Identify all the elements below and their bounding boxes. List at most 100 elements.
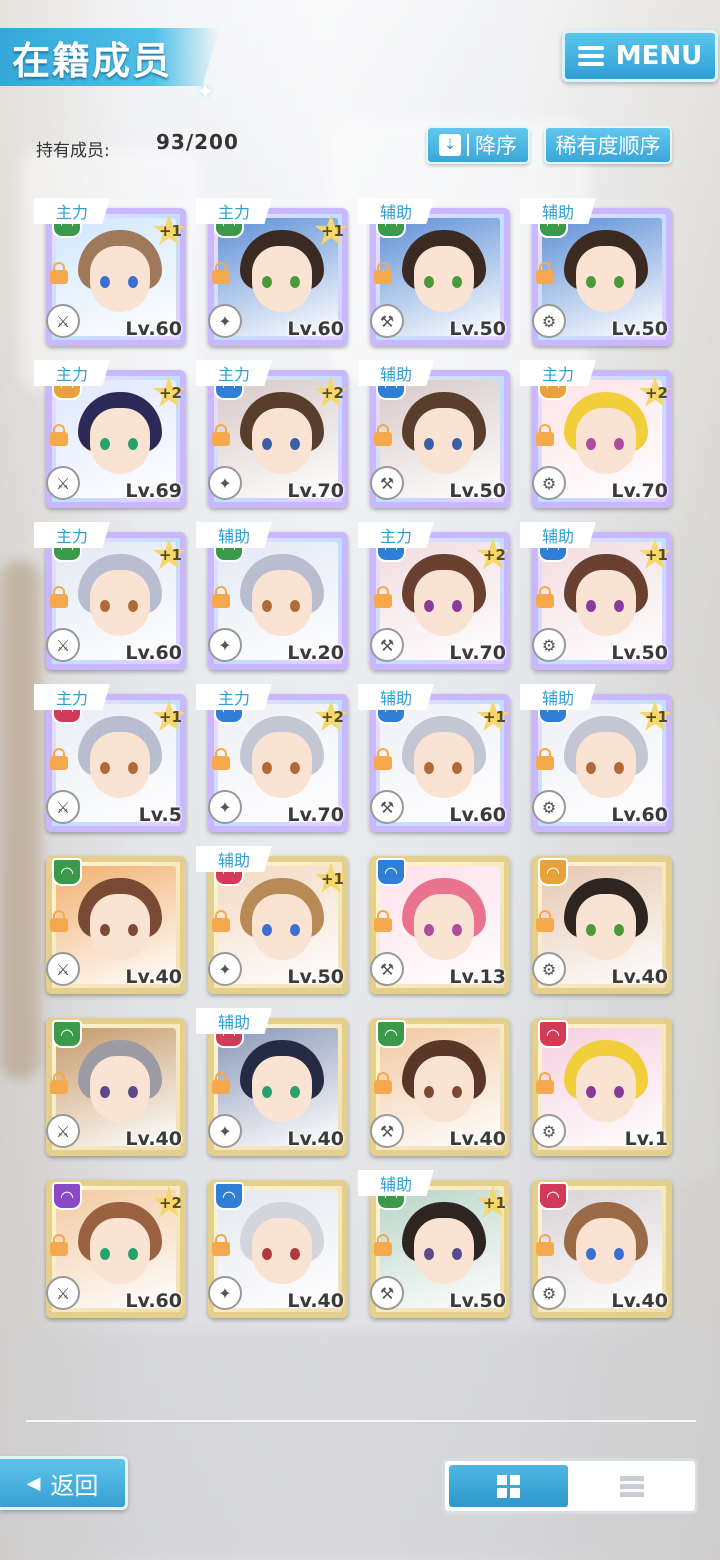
character-face (576, 1056, 636, 1122)
member-card[interactable]: ◠ 辅助 ⚙ Lv.50 (520, 198, 674, 346)
member-card[interactable]: ◠ 主力 +2 ⚙ Lv.70 (520, 360, 674, 508)
lock-icon (536, 748, 554, 770)
member-card[interactable]: ◠ 辅助 +1 ✦ Lv.50 (196, 846, 350, 994)
lock-icon (212, 1072, 230, 1094)
attribute-icon: ◠ (538, 1020, 568, 1048)
member-card[interactable]: ◠ ⚔ Lv.40 (40, 848, 188, 994)
weapon-type-icon: ⚒ (370, 790, 404, 824)
character-eye (586, 600, 596, 612)
lock-icon (212, 1234, 230, 1256)
member-card[interactable]: ◠ 主力 +2 ⚒ Lv.70 (358, 522, 512, 670)
character-eye (614, 600, 624, 612)
character-eye (128, 1248, 138, 1260)
member-card[interactable]: ◠ 辅助 +1 ⚒ Lv.60 (358, 684, 512, 832)
lock-icon (50, 748, 68, 770)
attribute-icon: ◠ (214, 1182, 244, 1210)
member-card[interactable]: ◠ 主力 +2 ✦ Lv.70 (196, 684, 350, 832)
character-face (252, 1218, 312, 1284)
attribute-icon: ◠ (376, 1020, 406, 1048)
member-card[interactable]: ◠ ⚙ Lv.40 (526, 1172, 674, 1318)
member-card[interactable]: ◠ +2 ⚔ Lv.60 (40, 1172, 188, 1318)
member-card[interactable]: ◠ 辅助 +1 ⚙ Lv.60 (520, 684, 674, 832)
level-label: Lv.40 (125, 1128, 182, 1150)
limit-break-count: +1 (320, 222, 344, 240)
character-eye (586, 276, 596, 288)
weapon-type-icon: ⚙ (532, 304, 566, 338)
character-face (252, 570, 312, 636)
character-eye (262, 762, 272, 774)
member-card[interactable]: ◠ ⚔ Lv.40 (40, 1010, 188, 1156)
limit-break-count: +1 (482, 708, 506, 726)
level-label: Lv.60 (449, 804, 506, 826)
member-card[interactable]: ◠ 辅助 +1 ⚙ Lv.50 (520, 522, 674, 670)
character-face (414, 1056, 474, 1122)
character-face (90, 570, 150, 636)
member-card[interactable]: ◠ 辅助 ✦ Lv.40 (196, 1008, 350, 1156)
lock-icon (50, 910, 68, 932)
back-button[interactable]: ◀ 返回 (0, 1456, 128, 1510)
sort-order-button[interactable]: ⇣ 降序 (426, 126, 530, 164)
level-label: Lv.70 (287, 480, 344, 502)
role-badge: 辅助 (520, 198, 596, 224)
weapon-type-icon: ⚙ (532, 1114, 566, 1148)
character-eye (100, 438, 110, 450)
attribute-icon: ◠ (52, 858, 82, 886)
character-eye (262, 438, 272, 450)
character-face (414, 732, 474, 798)
weapon-type-icon: ⚔ (46, 952, 80, 986)
menu-button[interactable]: MENU (562, 30, 718, 82)
sort-order-label: 降序 (475, 134, 517, 158)
level-label: Lv.60 (125, 1290, 182, 1312)
back-label: 返回 (50, 1471, 99, 1500)
character-face (252, 408, 312, 474)
lock-icon (374, 586, 392, 608)
lock-icon (536, 586, 554, 608)
member-card[interactable]: ◠ 辅助 ⚒ Lv.50 (358, 198, 512, 346)
owned-members-count: 93/200 (156, 130, 239, 154)
member-card[interactable]: ◠ 主力 +1 ⚔ Lv.5 (34, 684, 188, 832)
lock-icon (536, 424, 554, 446)
character-eye (452, 438, 462, 450)
member-card[interactable]: ◠ ⚙ Lv.40 (526, 848, 674, 994)
character-eye (452, 1248, 462, 1260)
character-eye (290, 600, 300, 612)
weapon-type-icon: ⚙ (532, 790, 566, 824)
character-eye (262, 1248, 272, 1260)
list-view-button[interactable] (572, 1465, 691, 1507)
member-card[interactable]: ◠ ✦ Lv.40 (202, 1172, 350, 1318)
character-eye (128, 600, 138, 612)
member-card[interactable]: ◠ 辅助 ⚒ Lv.50 (358, 360, 512, 508)
limit-break-count: +2 (644, 384, 668, 402)
character-eye (586, 924, 596, 936)
level-label: Lv.60 (611, 804, 668, 826)
member-card[interactable]: ◠ 辅助 +1 ⚒ Lv.50 (358, 1170, 512, 1318)
role-badge: 辅助 (196, 522, 272, 548)
level-label: Lv.20 (287, 642, 344, 664)
role-badge: 主力 (34, 522, 110, 548)
lock-icon (374, 424, 392, 446)
lock-icon (374, 748, 392, 770)
member-card[interactable]: ◠ ⚒ Lv.40 (364, 1010, 512, 1156)
member-card[interactable]: ◠ 主力 +2 ✦ Lv.70 (196, 360, 350, 508)
role-badge: 主力 (34, 360, 110, 386)
limit-break-count: +2 (320, 384, 344, 402)
member-card[interactable]: ◠ 主力 +1 ⚔ Lv.60 (34, 198, 188, 346)
character-face (90, 246, 150, 312)
weapon-type-icon: ⚔ (46, 1114, 80, 1148)
member-card[interactable]: ◠ 主力 +2 ⚔ Lv.69 (34, 360, 188, 508)
role-badge: 辅助 (358, 684, 434, 710)
character-eye (614, 924, 624, 936)
character-eye (452, 924, 462, 936)
sort-rarity-button[interactable]: 稀有度顺序 (544, 126, 672, 164)
role-badge: 辅助 (520, 522, 596, 548)
member-card[interactable]: ◠ 辅助 ✦ Lv.20 (196, 522, 350, 670)
role-badge: 主力 (196, 684, 272, 710)
grid-view-button[interactable] (449, 1465, 568, 1507)
character-eye (424, 600, 434, 612)
member-card[interactable]: ◠ 主力 +1 ⚔ Lv.60 (34, 522, 188, 670)
weapon-type-icon: ⚔ (46, 466, 80, 500)
member-card[interactable]: ◠ ⚙ Lv.1 (526, 1010, 674, 1156)
member-card[interactable]: ◠ 主力 +1 ✦ Lv.60 (196, 198, 350, 346)
role-badge: 主力 (520, 360, 596, 386)
member-card[interactable]: ◠ ⚒ Lv.13 (364, 848, 512, 994)
